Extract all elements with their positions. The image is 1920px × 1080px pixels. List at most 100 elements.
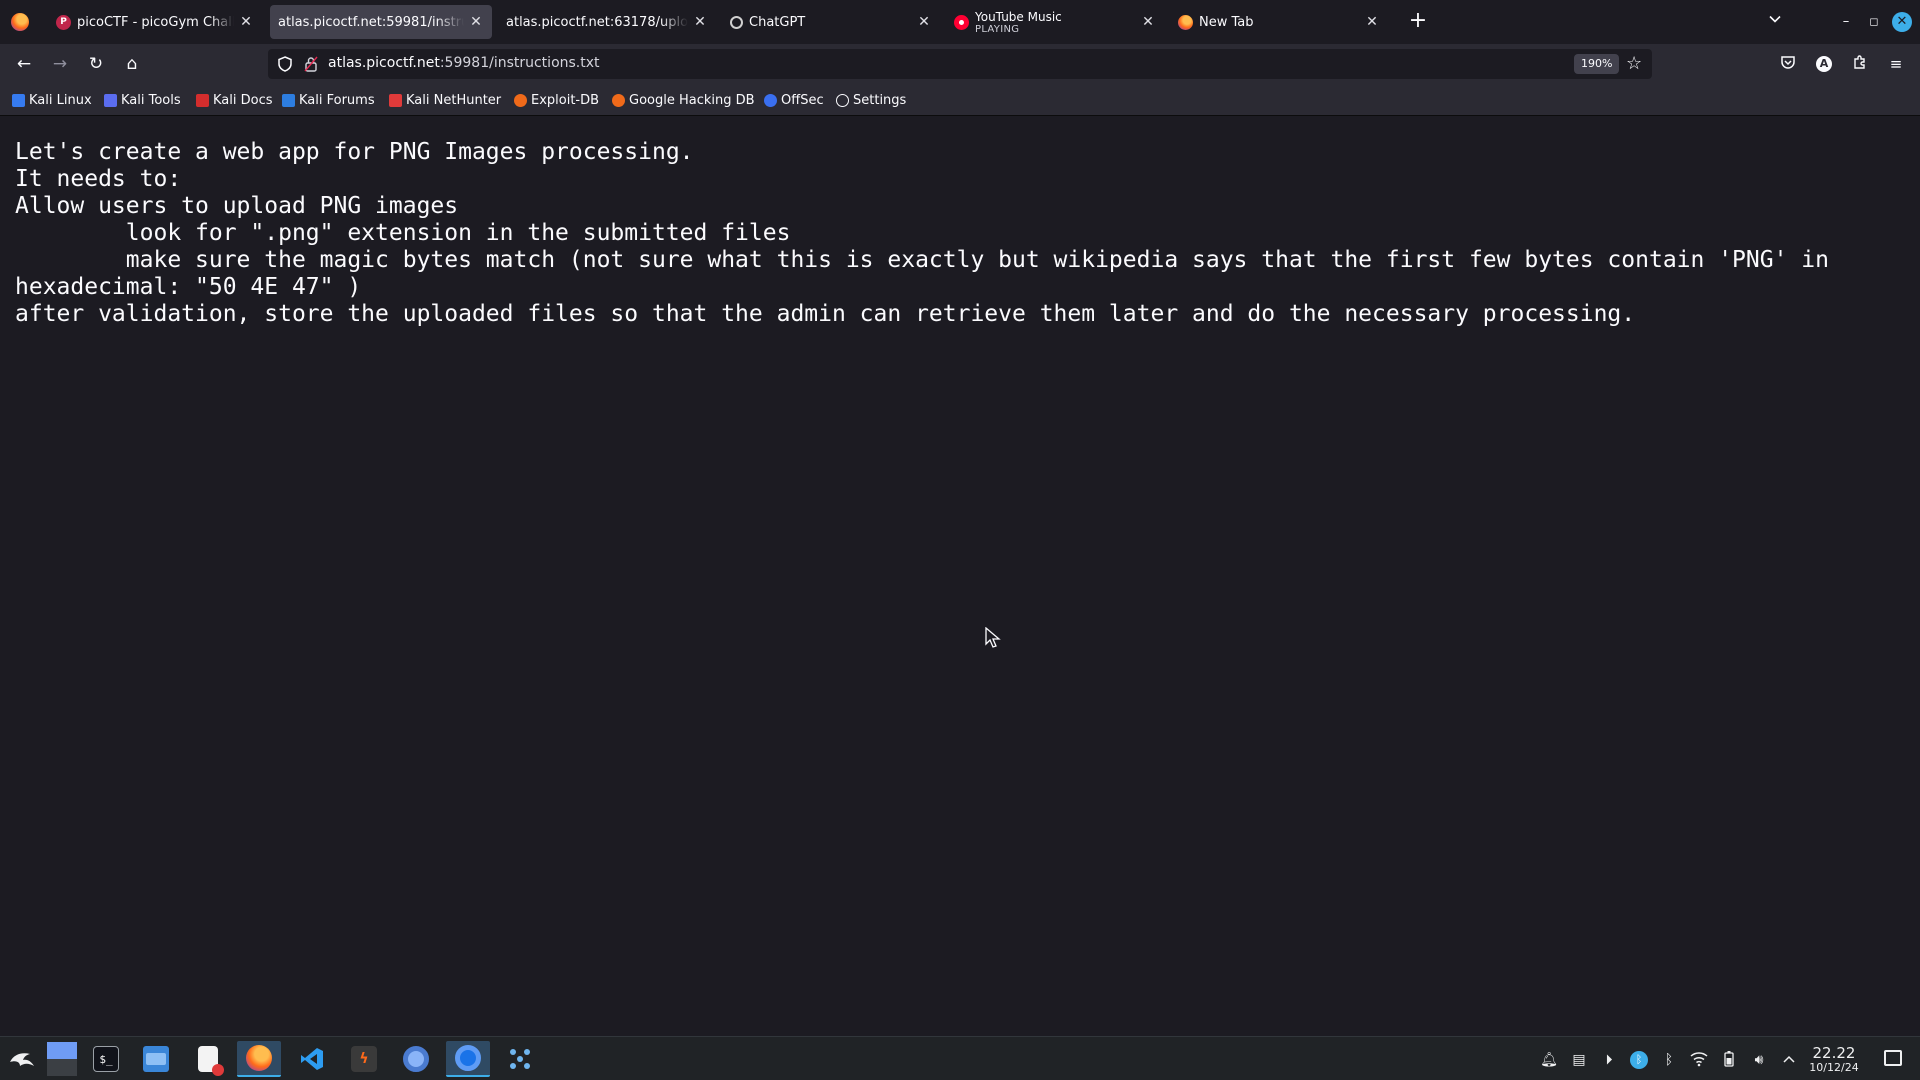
desktop-pager-icon[interactable] [40, 1041, 84, 1077]
terminal-icon[interactable]: $_ [84, 1041, 128, 1077]
navigation-toolbar: ← → ↻ ⌂ atlas.picoctf.net:59981/instruct… [0, 44, 1920, 84]
maltego-icon[interactable] [498, 1041, 542, 1077]
home-icon[interactable]: ⌂ [118, 52, 146, 76]
bluetooth-badge-icon[interactable]: ᛒ [1630, 1051, 1648, 1069]
tab-youtube-music[interactable]: YouTube Music PLAYING ✕ [946, 5, 1164, 39]
tray-expand-chevron-icon[interactable] [1780, 1051, 1798, 1069]
offsec-icon [764, 93, 777, 107]
zoom-level-button[interactable]: 190% [1574, 54, 1620, 74]
bookmark-kali-linux[interactable]: Kali Linux [12, 91, 92, 109]
notifications-bell-icon[interactable]: 🔔︎ [1540, 1051, 1558, 1069]
exploit-db-icon [514, 93, 527, 107]
bookmark-label: OffSec [781, 92, 824, 108]
firefox-taskbar-icon[interactable] [237, 1041, 281, 1077]
picoctf-icon: P [56, 14, 71, 30]
page-content: Let's create a web app for PNG Images pr… [0, 117, 1920, 1036]
burpsuite-icon[interactable]: ϟ [342, 1041, 386, 1077]
chromium-icon[interactable] [394, 1041, 438, 1077]
lock-icon[interactable] [304, 56, 318, 72]
kali-menu-icon[interactable] [0, 1041, 44, 1077]
ghdb-icon [612, 93, 625, 107]
reload-icon[interactable]: ↻ [82, 52, 110, 76]
bookmark-label: Kali Forums [299, 92, 375, 108]
bookmarks-toolbar: Kali Linux Kali Tools Kali Docs Kali For… [0, 84, 1920, 116]
bookmark-kali-nethunter[interactable]: Kali NetHunter [389, 91, 501, 109]
close-icon[interactable]: ✕ [916, 14, 932, 30]
maximize-icon[interactable]: ◻ [1864, 12, 1884, 32]
minimize-icon[interactable]: – [1836, 12, 1856, 32]
url-path: :59981/instructions.txt [439, 55, 600, 71]
tab-label: ChatGPT [749, 14, 806, 30]
tab-label: YouTube Music [975, 9, 1062, 24]
forward-arrow-icon[interactable]: → [46, 52, 74, 76]
url-host: atlas.picoctf.net [328, 55, 440, 71]
chrome-icon[interactable] [446, 1041, 490, 1077]
tab-label: picoCTF - picoGym Challenges [77, 14, 234, 30]
text-editor-icon[interactable] [186, 1041, 230, 1077]
clipboard-icon[interactable]: ▤ [1570, 1051, 1588, 1069]
bookmark-label: Settings [853, 92, 907, 108]
chatgpt-icon [730, 15, 743, 29]
close-icon[interactable]: ✕ [238, 14, 254, 30]
tab-new-tab[interactable]: New Tab ✕ [1170, 5, 1388, 39]
bookmark-kali-tools[interactable]: Kali Tools [104, 91, 181, 109]
close-icon[interactable]: ✕ [1140, 14, 1156, 30]
close-window-icon[interactable]: ✕ [1892, 12, 1912, 32]
instructions-text: Let's create a web app for PNG Images pr… [15, 139, 1829, 327]
firefox-icon [1178, 14, 1193, 30]
wifi-icon[interactable] [1690, 1051, 1708, 1069]
tab-chatgpt[interactable]: ChatGPT ✕ [722, 5, 940, 39]
close-icon[interactable]: ✕ [1364, 14, 1380, 30]
bookmark-kali-docs[interactable]: Kali Docs [196, 91, 273, 109]
mouse-pointer-icon [985, 627, 1001, 648]
close-icon[interactable]: ✕ [692, 14, 708, 30]
bookmark-label: Kali Tools [121, 92, 181, 108]
vscode-icon[interactable] [290, 1041, 334, 1077]
file-manager-icon[interactable] [134, 1041, 178, 1077]
tab-picoctf[interactable]: P picoCTF - picoGym Challenges ✕ [48, 5, 262, 39]
bookmark-label: Kali Linux [29, 92, 92, 108]
firefox-menu-icon[interactable] [11, 13, 29, 31]
bookmark-label: Exploit-DB [531, 92, 600, 108]
bookmark-settings[interactable]: Settings [836, 91, 906, 109]
hamburger-menu-icon[interactable]: ≡ [1886, 54, 1906, 74]
kali-forums-icon [282, 93, 295, 107]
kali-dragon-icon [12, 93, 25, 107]
kali-nethunter-icon [389, 93, 402, 107]
address-bar[interactable]: atlas.picoctf.net:59981/instructions.txt… [268, 49, 1652, 79]
back-arrow-icon[interactable]: ← [10, 52, 38, 76]
tab-label: New Tab [1199, 14, 1254, 30]
url-text[interactable]: atlas.picoctf.net:59981/instructions.txt [328, 55, 600, 71]
kali-tools-icon [104, 93, 117, 107]
tab-instructions[interactable]: atlas.picoctf.net:59981/instructions.txt… [270, 5, 492, 39]
tab-upload[interactable]: atlas.picoctf.net:63178/upload.php ✕ [498, 5, 716, 39]
bookmark-label: Kali Docs [213, 92, 273, 108]
tab-strip: P picoCTF - picoGym Challenges ✕ atlas.p… [0, 0, 1920, 44]
clock-time: 22.22 [1812, 1044, 1856, 1062]
battery-icon[interactable] [1720, 1051, 1738, 1069]
bookmark-star-icon[interactable]: ☆ [1626, 53, 1642, 74]
globe-icon [836, 93, 849, 107]
bookmark-label: Google Hacking DB [629, 92, 755, 108]
extensions-puzzle-icon[interactable] [1850, 54, 1870, 74]
tab-label: atlas.picoctf.net:63178/upload.php [506, 14, 688, 30]
bookmark-offsec[interactable]: OffSec [764, 91, 824, 109]
volume-icon[interactable]: 🔊︎ [1750, 1051, 1768, 1069]
list-all-tabs-chevron-icon[interactable] [1764, 12, 1786, 34]
media-player-icon[interactable]: ⏵ [1600, 1051, 1618, 1069]
taskbar: $_ ϟ 🔔︎ ▤ ⏵ ᛒ ᛒ 🔊︎ 22.22 10/12/24 [0, 1036, 1920, 1080]
new-tab-button[interactable]: + [1406, 10, 1430, 34]
bookmark-google-hacking-db[interactable]: Google Hacking DB [612, 91, 755, 109]
bookmark-label: Kali NetHunter [406, 92, 502, 108]
show-desktop-icon[interactable] [1884, 1050, 1902, 1066]
bookmark-kali-forums[interactable]: Kali Forums [282, 91, 375, 109]
pocket-icon[interactable] [1778, 54, 1798, 74]
close-icon[interactable]: ✕ [468, 14, 484, 30]
tracking-protection-shield-icon[interactable] [278, 56, 292, 72]
bookmark-exploit-db[interactable]: Exploit-DB [514, 91, 599, 109]
bluetooth-icon[interactable]: ᛒ [1660, 1051, 1678, 1069]
account-avatar-icon[interactable]: A [1816, 56, 1832, 72]
youtube-music-icon [954, 14, 969, 30]
tab-label: atlas.picoctf.net:59981/instructions.txt [278, 14, 464, 30]
digital-clock[interactable]: 22.22 10/12/24 [1804, 1045, 1864, 1075]
